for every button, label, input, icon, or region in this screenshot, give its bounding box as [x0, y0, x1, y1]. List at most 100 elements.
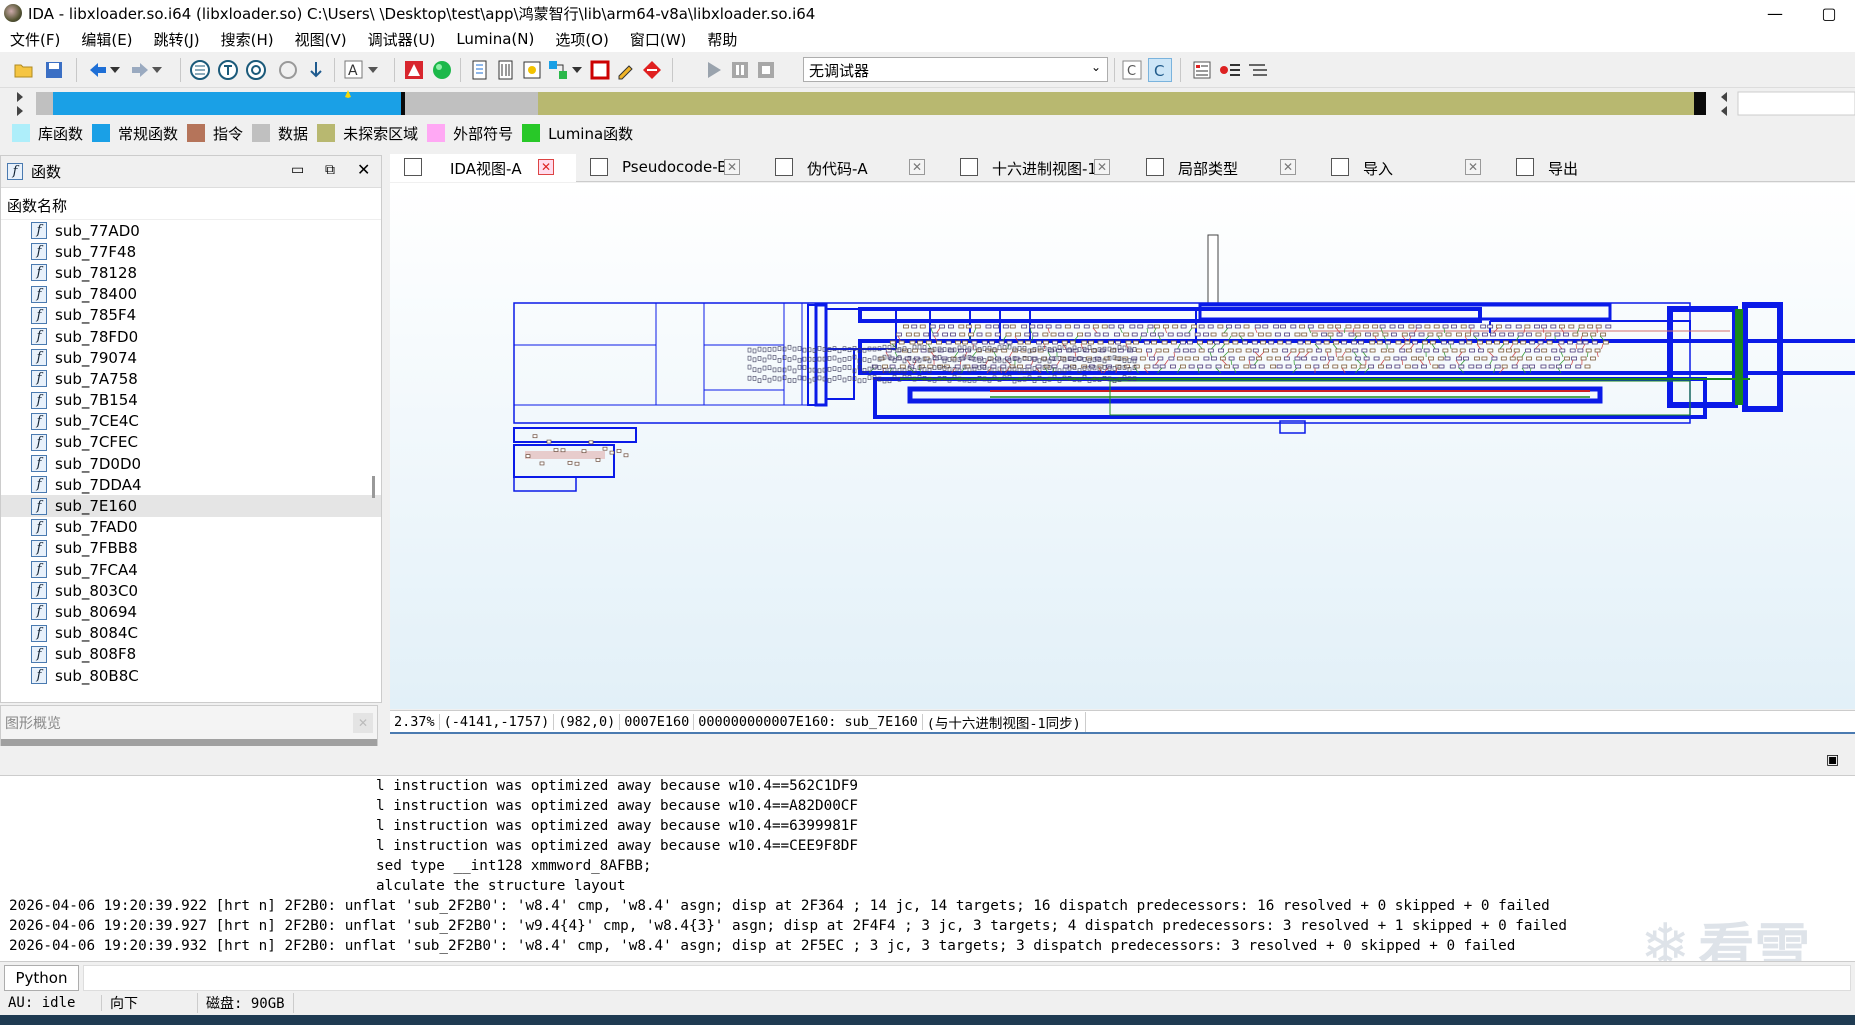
graph-node[interactable] — [762, 347, 767, 353]
menu-jump[interactable]: 跳转(J) — [154, 29, 200, 50]
graph-node[interactable] — [857, 378, 862, 384]
graph-node[interactable] — [1037, 358, 1042, 364]
graph-node[interactable] — [1478, 348, 1484, 353]
function-list-item[interactable]: f sub_80694 — [1, 601, 381, 622]
graph-node[interactable] — [1498, 348, 1505, 353]
graph-node[interactable] — [832, 355, 837, 361]
graph-node[interactable] — [1458, 340, 1465, 345]
graph-node[interactable] — [1473, 332, 1480, 337]
graph-node[interactable] — [1456, 332, 1462, 337]
function-list-item[interactable]: f sub_78128 — [1, 262, 381, 283]
graph-node[interactable] — [982, 358, 987, 363]
graph-node[interactable] — [1468, 364, 1475, 369]
graph-node[interactable] — [1445, 332, 1452, 337]
add-breakpoint-icon[interactable] — [1218, 58, 1242, 82]
graph-node[interactable] — [942, 332, 949, 337]
graph-node[interactable] — [1580, 356, 1587, 361]
graph-node[interactable] — [992, 375, 997, 381]
graph-node[interactable] — [882, 364, 888, 369]
graph-node[interactable] — [1153, 324, 1160, 329]
graph-node[interactable] — [1188, 364, 1195, 369]
graph-node[interactable] — [752, 367, 757, 373]
graph-node[interactable] — [1025, 340, 1031, 345]
forward-arrow-icon[interactable] — [128, 58, 152, 82]
graph-node[interactable] — [939, 324, 945, 329]
graph-node[interactable] — [1474, 356, 1480, 361]
graph-node[interactable] — [1198, 324, 1205, 329]
graph-node[interactable] — [1012, 378, 1017, 384]
graph-node[interactable] — [1258, 364, 1265, 369]
tab-close-icon[interactable]: ✕ — [1280, 159, 1296, 175]
graph-node[interactable] — [1000, 364, 1007, 369]
graph-node[interactable] — [812, 367, 817, 373]
graph-node[interactable] — [1594, 348, 1601, 353]
graph-node[interactable] — [1368, 364, 1375, 369]
graph-node[interactable] — [1428, 356, 1434, 361]
graph-node[interactable] — [877, 376, 882, 382]
graph-node[interactable] — [1501, 364, 1508, 369]
graph-node[interactable] — [927, 368, 932, 373]
green-circle-icon[interactable] — [430, 58, 454, 82]
graph-node[interactable] — [817, 356, 822, 362]
graph-node[interactable] — [1283, 356, 1290, 361]
graph-node[interactable] — [1345, 348, 1352, 353]
graph-node[interactable] — [1602, 340, 1609, 345]
graph-node[interactable] — [782, 375, 787, 381]
graph-node[interactable] — [1440, 340, 1447, 345]
graph-node[interactable] — [1400, 356, 1407, 361]
graph-node[interactable] — [947, 377, 952, 383]
graph-node[interactable] — [911, 324, 918, 329]
open-folder-icon[interactable] — [12, 58, 36, 82]
graph-node[interactable] — [827, 366, 832, 372]
graph-node[interactable] — [1191, 324, 1198, 329]
graph-node[interactable] — [1256, 356, 1262, 361]
graph-node[interactable] — [1517, 332, 1524, 337]
function-list-item[interactable]: f sub_80B8C — [1, 665, 381, 686]
graph-node[interactable] — [1083, 324, 1090, 329]
overview-close-icon[interactable]: ✕ — [353, 713, 373, 733]
graph-node[interactable] — [757, 378, 762, 383]
graph-node[interactable] — [1305, 364, 1311, 369]
graph-node[interactable] — [1140, 332, 1147, 337]
graph-node[interactable] — [1045, 324, 1052, 329]
python-command-input[interactable] — [83, 965, 1851, 991]
graph-node[interactable] — [1265, 332, 1272, 337]
graph-node[interactable] — [1057, 377, 1062, 383]
graph-node[interactable] — [1163, 348, 1170, 353]
graph-node[interactable] — [1094, 332, 1101, 337]
graph-node[interactable] — [1159, 364, 1166, 369]
graph-node[interactable] — [842, 357, 847, 362]
graph-node[interactable] — [1524, 324, 1531, 329]
graph-node[interactable] — [990, 364, 997, 369]
graph-node[interactable] — [1248, 356, 1255, 361]
graph-node[interactable] — [1102, 375, 1107, 381]
graph-node[interactable] — [1215, 364, 1222, 369]
graph-node[interactable] — [1108, 324, 1115, 329]
graph-node[interactable] — [827, 347, 832, 353]
graph-node[interactable] — [867, 366, 872, 372]
graph-node[interactable] — [1575, 364, 1582, 369]
breakpoint-red-icon[interactable] — [588, 58, 612, 82]
graph-node[interactable] — [1073, 324, 1080, 329]
graph-node[interactable] — [1057, 368, 1062, 374]
graph-node[interactable] — [1203, 332, 1209, 337]
graph-node[interactable] — [1062, 375, 1067, 381]
graph-node[interactable] — [777, 367, 782, 373]
graph-node[interactable] — [1522, 364, 1529, 369]
graph-node[interactable] — [1069, 340, 1076, 345]
graph-node[interactable] — [1468, 324, 1475, 329]
decompile-c-icon[interactable]: C — [1120, 58, 1144, 82]
graph-node[interactable] — [837, 357, 842, 363]
graph-node[interactable] — [867, 375, 872, 380]
graph-node[interactable] — [539, 461, 545, 466]
graph-node[interactable] — [1572, 332, 1579, 337]
output-maximize-icon[interactable]: ▣ — [1826, 752, 1839, 768]
graph-node[interactable] — [1037, 324, 1044, 329]
graph-node[interactable] — [1197, 364, 1204, 369]
graph-node[interactable] — [1180, 324, 1187, 329]
graph-node[interactable] — [981, 340, 988, 345]
graph-node[interactable] — [767, 377, 772, 383]
graph-node[interactable] — [1163, 324, 1169, 329]
graph-node[interactable] — [1508, 332, 1514, 337]
graph-node[interactable] — [1311, 356, 1318, 361]
